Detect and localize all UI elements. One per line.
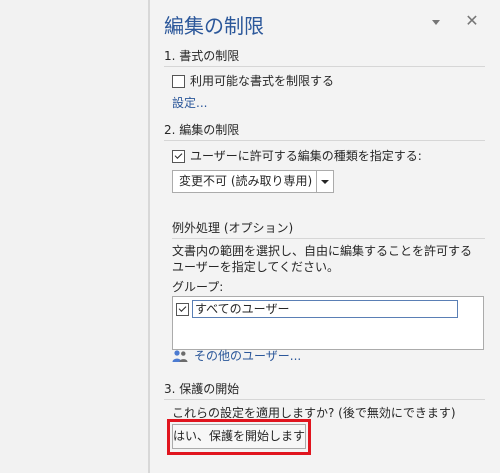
check-icon <box>178 304 187 312</box>
checkbox-box[interactable] <box>176 302 189 316</box>
editing-heading: 2. 編集の制限 <box>164 123 240 137</box>
checkbox-box[interactable] <box>172 74 185 88</box>
group-item-label: すべてのユーザー <box>192 300 458 318</box>
editing-restrictions-checkbox[interactable]: ユーザーに許可する編集の種類を指定する: <box>172 148 422 164</box>
limit-formatting-checkbox[interactable]: 利用可能な書式を制限する <box>172 73 334 89</box>
section-divider <box>172 238 485 239</box>
pane-title: 編集の制限 <box>164 14 264 38</box>
section-divider <box>164 66 485 67</box>
checkbox-box[interactable] <box>172 149 185 163</box>
close-icon[interactable]: ✕ <box>464 11 480 31</box>
chevron-down-icon <box>321 179 329 184</box>
groups-list[interactable]: すべてのユーザー <box>172 296 484 350</box>
limit-formatting-label: 利用可能な書式を制限する <box>190 74 335 88</box>
editing-restrictions-label: ユーザーに許可する編集の種類を指定する: <box>190 149 422 163</box>
pane-options-button[interactable] <box>429 15 443 29</box>
dropdown-button[interactable] <box>316 171 333 192</box>
users-icon <box>172 350 188 362</box>
section-divider <box>164 140 485 141</box>
more-users-link[interactable]: その他のユーザー... <box>194 348 301 364</box>
start-enforcing-button[interactable]: はい、保護を開始します <box>172 424 306 449</box>
document-area <box>0 0 148 473</box>
formatting-settings-link[interactable]: 設定... <box>172 95 207 111</box>
restrict-editing-pane: 編集の制限 ✕ 1. 書式の制限 利用可能な書式を制限する 設定... 2. 編… <box>150 0 500 473</box>
check-icon <box>174 151 183 159</box>
group-item-everyone[interactable]: すべてのユーザー <box>176 300 458 318</box>
enforcement-prompt: これらの設定を適用しますか? (後で無効にできます) <box>172 406 456 420</box>
dropdown-selected-value: 変更不可 (読み取り専用) <box>179 174 313 188</box>
formatting-heading: 1. 書式の制限 <box>164 49 240 63</box>
section-divider <box>164 399 485 400</box>
exceptions-heading: 例外処理 (オプション) <box>172 221 294 235</box>
groups-label: グループ: <box>172 280 224 294</box>
editing-type-dropdown[interactable]: 変更不可 (読み取り専用) <box>172 170 334 193</box>
enforcement-heading: 3. 保護の開始 <box>164 382 240 396</box>
triangle-down-icon <box>432 19 440 25</box>
exceptions-description: 文書内の範囲を選択し、自由に編集することを許可するユーザーを指定してください。 <box>172 244 473 274</box>
